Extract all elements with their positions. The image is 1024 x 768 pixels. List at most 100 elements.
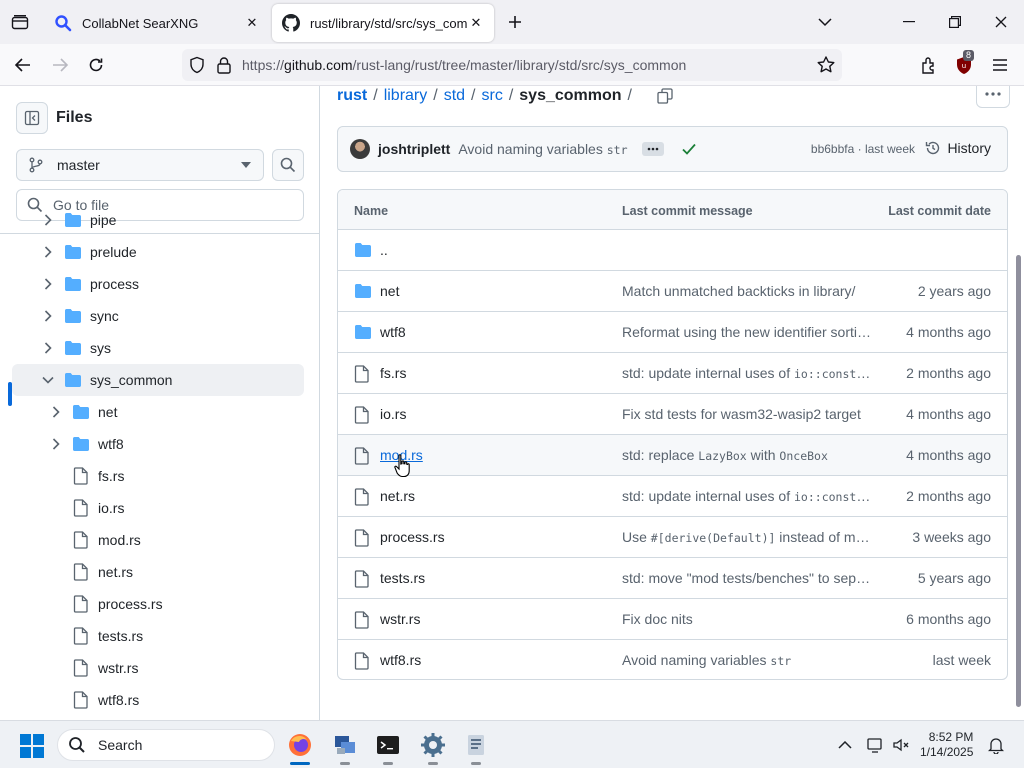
url-text[interactable]: https://github.com/rust-lang/rust/tree/m…: [242, 57, 686, 73]
table-row[interactable]: process.rs Use #[derive(Default)] instead…: [338, 517, 1007, 558]
breadcrumb-link[interactable]: rust: [337, 87, 367, 105]
collapse-sidebar-button[interactable]: [16, 102, 48, 134]
chevron-right-icon[interactable]: [48, 404, 64, 420]
table-row[interactable]: wtf8 Reformat using the new identifier so…: [338, 312, 1007, 353]
copy-path-icon[interactable]: [656, 87, 674, 105]
tree-folder-item[interactable]: sys: [0, 332, 319, 364]
breadcrumb-link[interactable]: std: [444, 87, 465, 105]
commit-message-link[interactable]: Match unmatched backticks in library/: [622, 283, 874, 299]
tree-file-item[interactable]: net.rs: [0, 556, 319, 588]
forward-icon[interactable]: [49, 54, 71, 76]
file-name-link[interactable]: net: [380, 283, 399, 299]
commit-message-link[interactable]: std: update internal uses of io::const_e…: [622, 488, 874, 504]
terminal-taskbar-icon[interactable]: [374, 731, 402, 765]
check-icon[interactable]: [680, 140, 698, 158]
file-name-link[interactable]: wtf8.rs: [380, 652, 421, 668]
lock-icon[interactable]: [216, 56, 232, 77]
restore-icon[interactable]: [945, 12, 965, 32]
commit-author[interactable]: joshtriplett: [378, 141, 450, 157]
table-row[interactable]: io.rs Fix std tests for wasm32-wasip2 tar…: [338, 394, 1007, 435]
table-row[interactable]: wtf8.rs Avoid naming variables str last we…: [338, 640, 1007, 679]
tab-overflow-chevron-icon[interactable]: [815, 12, 835, 32]
tab-list-icon[interactable]: [8, 11, 32, 33]
volume-muted-icon[interactable]: [891, 735, 911, 755]
commit-message-link[interactable]: Reformat using the new identifier sortin…: [622, 324, 874, 340]
back-icon[interactable]: [12, 54, 34, 76]
ublock-icon[interactable]: u 8: [953, 50, 975, 76]
close-window-icon[interactable]: [991, 12, 1011, 32]
extensions-icon[interactable]: [918, 54, 940, 76]
more-options-button[interactable]: [976, 86, 1010, 108]
table-row[interactable]: ..: [338, 230, 1007, 271]
firefox-taskbar-icon[interactable]: [286, 731, 314, 765]
tracking-shield-icon[interactable]: [188, 56, 206, 77]
table-row[interactable]: tests.rs std: move "mod tests/benches" to…: [338, 558, 1007, 599]
chevron-right-icon[interactable]: [40, 276, 56, 292]
tree-folder-item[interactable]: net: [0, 396, 319, 428]
commit-message-link[interactable]: std: move "mod tests/benches" to separat…: [622, 570, 874, 586]
tree-folder-item[interactable]: prelude: [0, 236, 319, 268]
tree-folder-item[interactable]: sys_common: [12, 364, 304, 396]
reload-icon[interactable]: [85, 54, 107, 76]
system-clock[interactable]: 8:52 PM 1/14/2025: [920, 730, 973, 760]
file-name-link[interactable]: wstr.rs: [380, 611, 420, 627]
file-name-link[interactable]: ..: [380, 242, 388, 258]
chevron-right-icon[interactable]: [40, 244, 56, 260]
commit-message-link[interactable]: Avoid naming variables str: [622, 652, 874, 668]
chevron-right-icon[interactable]: [40, 308, 56, 324]
chevron-down-icon[interactable]: [40, 372, 56, 388]
windows-start-icon[interactable]: [20, 734, 44, 758]
file-name-link[interactable]: net.rs: [380, 488, 415, 504]
tree-file-item[interactable]: fs.rs: [0, 460, 319, 492]
commit-message[interactable]: Avoid naming variables str: [458, 141, 627, 157]
tree-folder-item[interactable]: pipe: [0, 204, 319, 236]
chevron-right-icon[interactable]: [48, 436, 64, 452]
tab-github[interactable]: rust/library/std/src/sys_commo ✕: [272, 4, 494, 42]
show-hidden-icons-chevron-icon[interactable]: [835, 735, 855, 755]
file-name-link[interactable]: process.rs: [380, 529, 445, 545]
minimize-icon[interactable]: [899, 12, 919, 32]
breadcrumb-link[interactable]: library: [384, 87, 428, 105]
tree-file-item[interactable]: wstr.rs: [0, 652, 319, 684]
tree-file-item[interactable]: tests.rs: [0, 620, 319, 652]
chevron-right-icon[interactable]: [40, 212, 56, 228]
hamburger-menu-icon[interactable]: [989, 54, 1011, 76]
chevron-right-icon[interactable]: [40, 340, 56, 356]
commit-sha-time[interactable]: bb6bbfa · last week: [811, 142, 915, 156]
table-row[interactable]: mod.rs std: replace LazyBox with OnceBox 4…: [338, 435, 1007, 476]
taskbar-search[interactable]: Search: [57, 729, 275, 761]
commit-message-link[interactable]: Fix std tests for wasm32-wasip2 target: [622, 406, 874, 422]
close-tab-icon[interactable]: ✕: [244, 15, 260, 31]
tree-file-item[interactable]: mod.rs: [0, 524, 319, 556]
tree-file-item[interactable]: process.rs: [0, 588, 319, 620]
commit-message-link[interactable]: std: replace LazyBox with OnceBox: [622, 447, 874, 463]
tree-folder-item[interactable]: sync: [0, 300, 319, 332]
bookmark-star-icon[interactable]: [816, 55, 836, 78]
file-manager-taskbar-icon[interactable]: [462, 731, 490, 765]
commit-message-link[interactable]: Use #[derive(Default)] instead of manual…: [622, 529, 874, 545]
table-row[interactable]: fs.rs std: update internal uses of io::co…: [338, 353, 1007, 394]
new-tab-icon[interactable]: [504, 11, 526, 33]
file-name-link[interactable]: wtf8: [380, 324, 406, 340]
commit-message-link[interactable]: std: update internal uses of io::const_e…: [622, 365, 874, 381]
notification-bell-icon[interactable]: [986, 735, 1006, 755]
settings-taskbar-icon[interactable]: [419, 731, 447, 765]
avatar[interactable]: [350, 139, 370, 159]
tab-searxng[interactable]: CollabNet SearXNG ✕: [44, 4, 270, 42]
history-button[interactable]: History: [925, 140, 991, 156]
file-name-link[interactable]: io.rs: [380, 406, 406, 422]
tree-file-item[interactable]: io.rs: [0, 492, 319, 524]
network-status-icon[interactable]: [866, 735, 886, 755]
branch-selector[interactable]: master: [16, 149, 264, 181]
commit-message-link[interactable]: Fix doc nits: [622, 611, 874, 627]
network-app-taskbar-icon[interactable]: [331, 731, 359, 765]
close-tab-icon[interactable]: ✕: [468, 15, 484, 31]
table-row[interactable]: net Match unmatched backticks in library/…: [338, 271, 1007, 312]
page-scrollbar[interactable]: [1016, 255, 1021, 707]
expand-commit-message-button[interactable]: [641, 142, 664, 156]
tree-folder-item[interactable]: wtf8: [0, 428, 319, 460]
tree-folder-item[interactable]: process: [0, 268, 319, 300]
table-row[interactable]: wstr.rs Fix doc nits 6 months ago: [338, 599, 1007, 640]
tree-file-item[interactable]: wtf8.rs: [0, 684, 319, 716]
file-name-link[interactable]: fs.rs: [380, 365, 406, 381]
